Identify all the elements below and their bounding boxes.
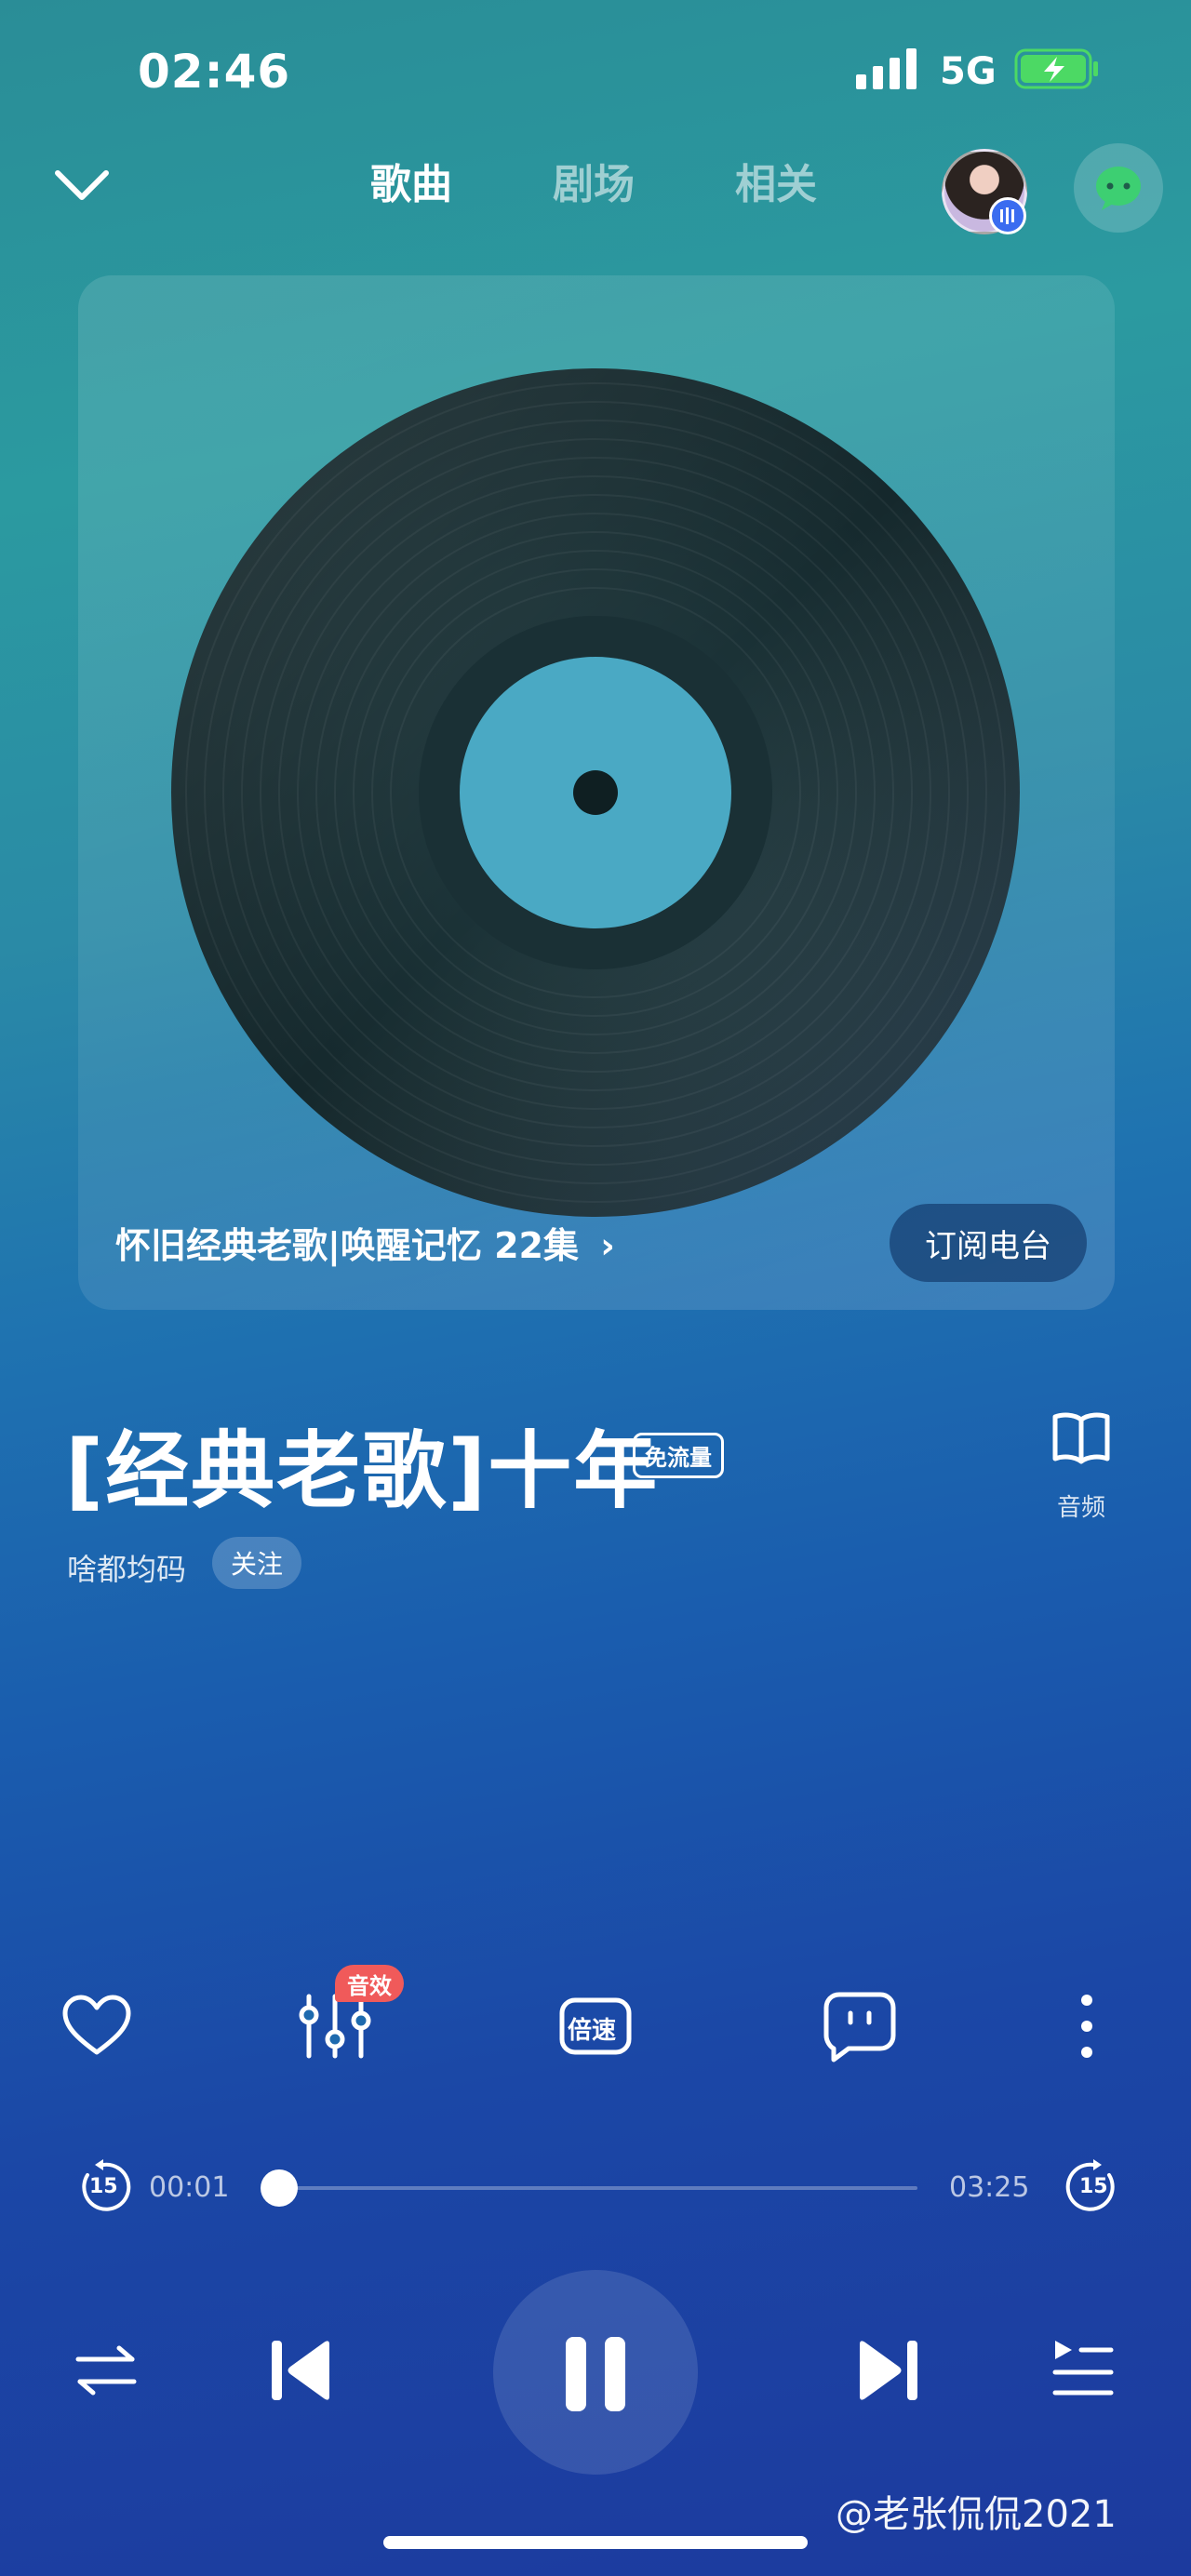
heart-icon (62, 1995, 131, 2055)
previous-button[interactable] (268, 2335, 335, 2406)
battery-charging-icon (1014, 48, 1100, 89)
like-button[interactable] (58, 1987, 136, 2065)
forward-seconds: 15 (1079, 2175, 1108, 2198)
chevron-down-icon (55, 170, 109, 200)
audio-wave-icon (1000, 207, 1014, 224)
speed-button[interactable]: 倍速 (556, 1987, 635, 2065)
rewind-15-button[interactable]: 15 (74, 2158, 132, 2216)
rewind-seconds: 15 (89, 2175, 118, 2198)
status-time: 02:46 (138, 45, 291, 99)
vinyl-record-image (171, 368, 1020, 1217)
next-button[interactable] (854, 2335, 921, 2406)
home-indicator[interactable] (383, 2536, 808, 2549)
current-time: 00:01 (149, 2171, 230, 2204)
book-icon[interactable] (1051, 1410, 1111, 1464)
forward-15-button[interactable]: 15 (1064, 2158, 1122, 2216)
follow-button[interactable]: 关注 (212, 1537, 301, 1589)
total-time: 03:25 (949, 2171, 1030, 2204)
signal-icon (856, 48, 921, 89)
album-title-link[interactable]: 怀旧经典老歌|唤醒记忆 22集 › (115, 1217, 615, 1268)
play-mode-button[interactable] (73, 2337, 140, 2404)
skip-next-icon (860, 2341, 917, 2400)
comment-button[interactable] (821, 1987, 899, 2065)
speed-label: 倍速 (568, 2017, 617, 2045)
chevron-right-icon: › (600, 1225, 615, 1266)
artist-name[interactable]: 啥都均码 (67, 1546, 186, 1589)
more-vertical-icon (1081, 1995, 1092, 2058)
sequential-play-icon (75, 2345, 137, 2396)
chat-button[interactable] (1074, 143, 1163, 233)
tab-related[interactable]: 相关 (735, 151, 817, 210)
pause-icon[interactable] (562, 2337, 629, 2411)
audio-label: 音频 (1057, 1494, 1106, 1522)
tab-song[interactable]: 歌曲 (370, 151, 452, 210)
sound-effect-badge: 音效 (335, 1965, 404, 2002)
network-label: 5G (940, 50, 997, 93)
more-button[interactable] (1068, 1987, 1146, 2065)
free-data-badge: 免流量 (633, 1433, 724, 1478)
playlist-button[interactable] (1051, 2335, 1115, 2402)
playlist-icon (1052, 2341, 1114, 2396)
album-title: 怀旧经典老歌|唤醒记忆 22集 (115, 1225, 579, 1266)
collapse-button[interactable] (48, 160, 115, 208)
comment-icon (823, 1992, 896, 2062)
progress-track[interactable] (266, 2186, 917, 2190)
live-badge (989, 197, 1026, 234)
song-title: [经典老歌]十年 (65, 1422, 660, 1520)
watermark: @老张侃侃2021 (836, 2493, 1117, 2536)
subscribe-button[interactable]: 订阅电台 (890, 1204, 1087, 1282)
tab-theater[interactable]: 剧场 (553, 151, 635, 210)
progress-thumb[interactable] (261, 2169, 298, 2207)
skip-previous-icon (272, 2341, 329, 2400)
chat-bubble-icon (1096, 167, 1141, 210)
